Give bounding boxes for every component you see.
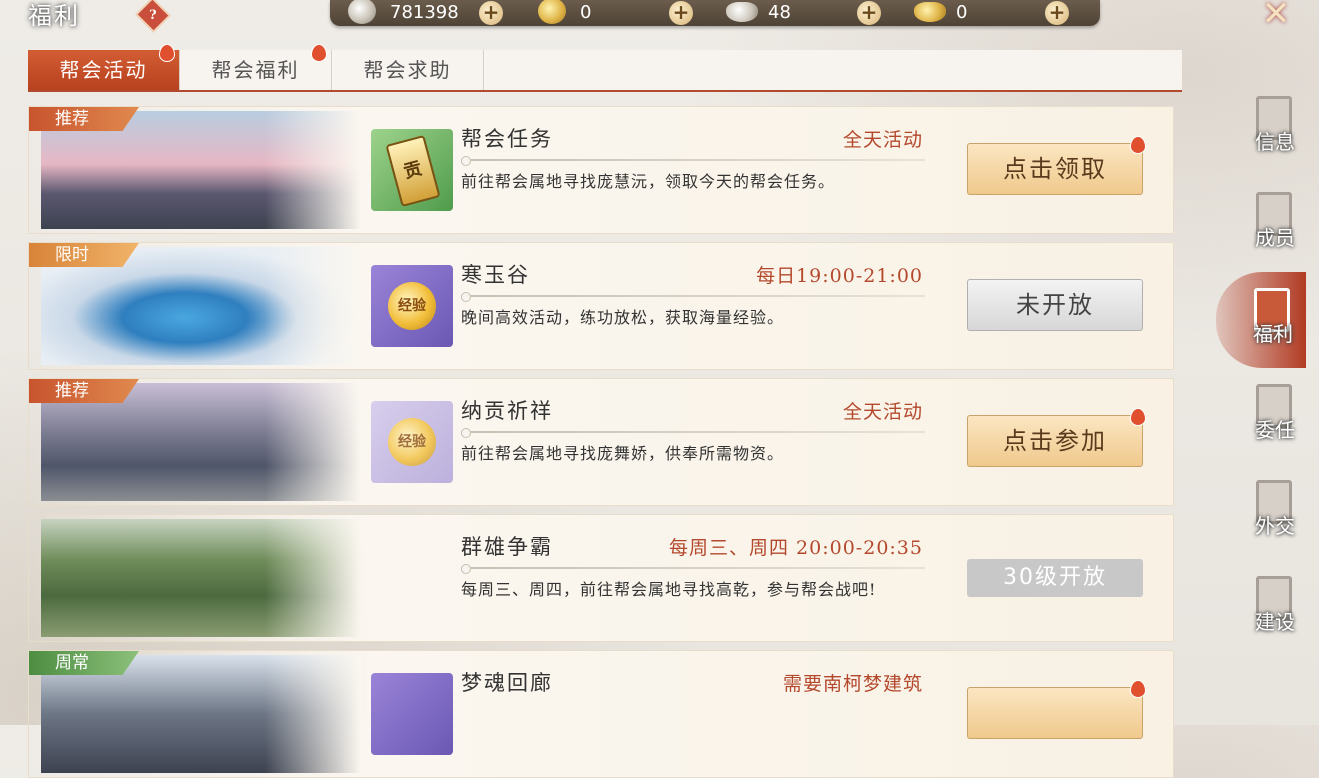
activity-row: 推荐 贡 帮会任务 全天活动 前往帮会属地寻找庞慧沅，领取今天的帮会任务。 点击… (28, 106, 1174, 234)
activity-panel: 帮会活动 帮会福利 帮会求助 推荐 贡 帮会任务 全天活动 前往帮会属地寻找庞慧… (28, 44, 1182, 778)
currency-bar: 781398 + 0 + 48 + 0 + (330, 0, 1100, 26)
activity-name: 群雄争霸 (461, 535, 553, 559)
activity-row: 周常 梦魂回廊 需要南柯梦建筑 (28, 650, 1174, 778)
close-icon[interactable]: ✕ (1256, 0, 1296, 34)
add-silver-button[interactable]: + (479, 1, 503, 25)
red-dot-icon (1130, 408, 1146, 426)
tab-guild-activities[interactable]: 帮会活动 (28, 44, 180, 90)
activity-scene-image (41, 519, 361, 637)
level-locked-button[interactable]: 30级开放 (967, 559, 1143, 597)
help-icon[interactable]: ? (135, 0, 171, 33)
activity-tag: 推荐 (29, 107, 139, 131)
claim-button[interactable]: 点击领取 (967, 136, 1146, 195)
red-dot-icon (159, 44, 175, 62)
currency-gold: 0 + (520, 0, 705, 26)
add-gold-button[interactable]: + (669, 1, 693, 25)
add-gold-ingot-button[interactable]: + (1045, 1, 1069, 25)
nav-item-info[interactable]: 信息 (1242, 88, 1308, 168)
activity-name: 梦魂回廊 (461, 671, 553, 695)
silver-ingot-icon (726, 2, 758, 22)
activity-time: 每周三、周四 20:00-20:35 (669, 537, 923, 559)
exp-icon: 经验 (371, 401, 453, 483)
currency-silver-ingot: 48 + (708, 0, 893, 26)
add-silver-ingot-button[interactable]: + (857, 1, 881, 25)
activity-tag: 推荐 (29, 379, 139, 403)
guild-task-icon: 贡 (371, 129, 453, 211)
currency-gold-ingot: 0 + (896, 0, 1081, 26)
activity-desc: 每周三、周四，前往帮会属地寻找高乾，参与帮会战吧! (461, 580, 877, 599)
divider (461, 564, 925, 574)
activity-desc: 前往帮会属地寻找庞慧沅，领取今天的帮会任务。 (461, 172, 836, 191)
divider (461, 428, 925, 438)
nav-item-build[interactable]: 建设 (1242, 568, 1308, 648)
page-title: 福利 (28, 2, 80, 30)
nav-item-diplomacy[interactable]: 外交 (1242, 472, 1308, 552)
nav-item-appoint[interactable]: 委任 (1242, 376, 1308, 456)
divider (461, 156, 925, 166)
currency-value: 781398 (390, 2, 459, 23)
corridor-icon (371, 673, 453, 755)
activity-time: 全天活动 (842, 401, 923, 423)
activity-name: 帮会任务 (461, 127, 553, 151)
currency-value: 48 (768, 2, 791, 23)
activity-row: 推荐 经验 纳贡祈祥 全天活动 前往帮会属地寻找庞舞娇，供奉所需物资。 点击参加 (28, 378, 1174, 506)
tab-guild-welfare[interactable]: 帮会福利 (180, 44, 332, 90)
red-dot-icon (311, 44, 327, 62)
currency-value: 0 (956, 2, 968, 23)
currency-silver: 781398 + (330, 0, 515, 26)
activity-row: 限时 经验 寒玉谷 每日19:00-21:00 晚间高效活动，练功放松，获取海量… (28, 242, 1174, 370)
nav-item-members[interactable]: 成员 (1242, 184, 1308, 264)
activity-time: 全天活动 (842, 129, 923, 151)
divider (461, 292, 925, 302)
activity-tag: 周常 (29, 651, 139, 675)
nav-item-welfare[interactable]: 福利 (1216, 272, 1306, 368)
not-open-button[interactable]: 未开放 (967, 279, 1143, 331)
guild-side-nav: 信息 成员 福利 委任 外交 建设 (1216, 80, 1319, 725)
activity-time: 需要南柯梦建筑 (782, 673, 923, 695)
activity-button[interactable] (967, 680, 1146, 739)
activity-desc: 晚间高效活动，练功放松，获取海量经验。 (461, 308, 785, 327)
activity-row: 群雄争霸 每周三、周四 20:00-20:35 每周三、周四，前往帮会属地寻找高… (28, 514, 1174, 642)
red-dot-icon (1130, 136, 1146, 154)
silver-coin-icon (348, 0, 376, 24)
tab-guild-help[interactable]: 帮会求助 (332, 50, 484, 90)
tab-bar: 帮会活动 帮会福利 帮会求助 (28, 44, 1182, 92)
activity-name: 纳贡祈祥 (461, 399, 553, 423)
activity-desc: 前往帮会属地寻找庞舞娇，供奉所需物资。 (461, 444, 785, 463)
currency-value: 0 (580, 2, 592, 23)
red-dot-icon (1130, 680, 1146, 698)
gold-coin-icon (538, 0, 566, 24)
join-button[interactable]: 点击参加 (967, 408, 1146, 467)
activity-time: 每日19:00-21:00 (756, 265, 923, 287)
top-bar: 福利 ? 781398 + 0 + 48 + 0 + (0, 0, 1220, 38)
gold-ingot-icon (914, 2, 946, 22)
exp-icon: 经验 (371, 265, 453, 347)
activity-name: 寒玉谷 (461, 263, 530, 287)
activity-tag: 限时 (29, 243, 139, 267)
